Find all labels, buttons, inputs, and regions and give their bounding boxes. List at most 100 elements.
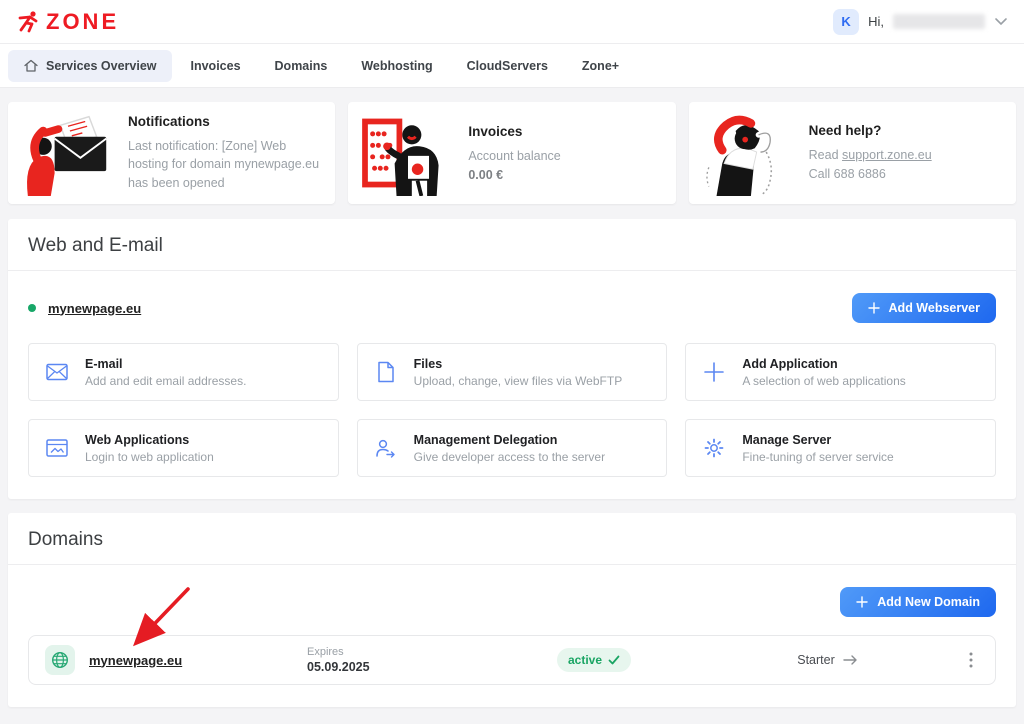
action-text: Add Application A selection of web appli… bbox=[742, 357, 905, 388]
account-balance-amount: 0.00 € bbox=[468, 168, 560, 182]
web-applications-card[interactable]: Web Applications Login to web applicatio… bbox=[28, 419, 339, 477]
plan-text: Starter bbox=[797, 653, 835, 667]
help-title: Need help? bbox=[809, 123, 932, 138]
action-title: Manage Server bbox=[742, 433, 893, 447]
action-title: Files bbox=[414, 357, 623, 371]
plus-icon bbox=[868, 302, 880, 314]
invoices-card[interactable]: Invoices Account balance 0.00 € bbox=[348, 102, 675, 204]
domain-row-link[interactable]: mynewpage.eu bbox=[89, 653, 182, 668]
browser-window-icon bbox=[45, 439, 69, 457]
logo-wordmark: ZONE bbox=[46, 11, 119, 33]
tab-label: Zone+ bbox=[582, 59, 619, 73]
account-balance-label: Account balance bbox=[468, 147, 560, 165]
server-row: mynewpage.eu Add Webserver bbox=[28, 293, 996, 323]
action-title: Management Delegation bbox=[414, 433, 605, 447]
home-icon bbox=[23, 58, 39, 74]
action-text: Manage Server Fine-tuning of server serv… bbox=[742, 433, 893, 464]
tab-label: Services Overview bbox=[46, 59, 157, 73]
web-email-section: Web and E-mail mynewpage.eu Add Webserve… bbox=[8, 219, 1016, 499]
help-card[interactable]: Need help? Read support.zone.eu Call 688… bbox=[689, 102, 1016, 204]
kebab-icon bbox=[969, 652, 973, 668]
tab-label: Invoices bbox=[191, 59, 241, 73]
action-title: Web Applications bbox=[85, 433, 214, 447]
invoices-card-text: Invoices Account balance 0.00 € bbox=[468, 124, 560, 182]
tab-services-overview[interactable]: Services Overview bbox=[8, 50, 172, 82]
email-card[interactable]: E-mail Add and edit email addresses. bbox=[28, 343, 339, 401]
top-header: ZONE K Hi, bbox=[0, 0, 1024, 44]
notifications-card[interactable]: Notifications Last notification: [Zone] … bbox=[8, 102, 335, 204]
zone-logo[interactable]: ZONE bbox=[16, 9, 119, 35]
action-text: E-mail Add and edit email addresses. bbox=[85, 357, 246, 388]
action-desc: Upload, change, view files via WebFTP bbox=[414, 374, 623, 388]
action-desc: Login to web application bbox=[85, 450, 214, 464]
action-desc: Fine-tuning of server service bbox=[742, 450, 893, 464]
envelope-icon bbox=[45, 363, 69, 381]
tab-domains[interactable]: Domains bbox=[260, 51, 343, 81]
notifications-illustration bbox=[22, 110, 114, 196]
expires-label: Expires bbox=[307, 646, 557, 658]
notifications-title: Notifications bbox=[128, 114, 321, 129]
add-new-domain-button[interactable]: Add New Domain bbox=[840, 587, 996, 617]
user-menu[interactable]: K Hi, bbox=[833, 9, 1008, 35]
add-webserver-button[interactable]: Add Webserver bbox=[852, 293, 996, 323]
action-cards-grid: E-mail Add and edit email addresses. Fil… bbox=[28, 343, 996, 477]
tab-cloudservers[interactable]: CloudServers bbox=[452, 51, 563, 81]
content: Notifications Last notification: [Zone] … bbox=[0, 88, 1024, 707]
file-icon bbox=[374, 361, 398, 383]
notifications-card-text: Notifications Last notification: [Zone] … bbox=[128, 114, 321, 191]
action-title: Add Application bbox=[742, 357, 905, 371]
invoices-title: Invoices bbox=[468, 124, 560, 139]
tab-zone-plus[interactable]: Zone+ bbox=[567, 51, 634, 81]
help-call-line: Call 688 6886 bbox=[809, 165, 932, 183]
manage-server-card[interactable]: Manage Server Fine-tuning of server serv… bbox=[685, 419, 996, 477]
domain-row: mynewpage.eu Expires 05.09.2025 active S… bbox=[28, 635, 996, 685]
user-arrow-icon bbox=[374, 438, 398, 458]
web-email-title: Web and E-mail bbox=[28, 235, 996, 257]
chevron-down-icon bbox=[994, 17, 1008, 26]
status-cell: active bbox=[557, 648, 692, 672]
tab-label: Webhosting bbox=[361, 59, 432, 73]
files-card[interactable]: Files Upload, change, view files via Web… bbox=[357, 343, 668, 401]
page: ZONE K Hi, Services Overview Invoices Do… bbox=[0, 0, 1024, 724]
greeting-text: Hi, bbox=[868, 14, 884, 29]
add-new-domain-label: Add New Domain bbox=[877, 595, 980, 609]
domains-body: Add New Domain mynewpage.eu Expires 05.0… bbox=[8, 565, 1016, 707]
expires-cell: Expires 05.09.2025 bbox=[307, 646, 557, 674]
action-desc: A selection of web applications bbox=[742, 374, 905, 388]
support-link[interactable]: support.zone.eu bbox=[842, 148, 932, 162]
user-name-redacted bbox=[893, 14, 985, 29]
tab-label: CloudServers bbox=[467, 59, 548, 73]
domain-cell: mynewpage.eu bbox=[45, 645, 307, 675]
action-desc: Add and edit email addresses. bbox=[85, 374, 246, 388]
runner-icon bbox=[16, 9, 42, 35]
management-delegation-card[interactable]: Management Delegation Give developer acc… bbox=[357, 419, 668, 477]
help-read-prefix: Read bbox=[809, 148, 842, 162]
gear-icon bbox=[702, 438, 726, 458]
action-text: Management Delegation Give developer acc… bbox=[414, 433, 605, 464]
tab-webhosting[interactable]: Webhosting bbox=[346, 51, 447, 81]
domains-header: Domains bbox=[8, 513, 1016, 565]
info-card-row: Notifications Last notification: [Zone] … bbox=[8, 102, 1016, 204]
help-read-line: Read support.zone.eu bbox=[809, 146, 932, 164]
web-email-body: mynewpage.eu Add Webserver E-mail Add an bbox=[8, 271, 1016, 499]
action-text: Files Upload, change, view files via Web… bbox=[414, 357, 623, 388]
tab-label: Domains bbox=[275, 59, 328, 73]
help-card-text: Need help? Read support.zone.eu Call 688… bbox=[809, 123, 932, 182]
status-text: active bbox=[568, 653, 602, 667]
server-status-dot bbox=[28, 304, 36, 312]
add-application-card[interactable]: Add Application A selection of web appli… bbox=[685, 343, 996, 401]
notifications-body: Last notification: [Zone] Web hosting fo… bbox=[128, 137, 321, 191]
plan-link[interactable]: Starter bbox=[692, 653, 963, 667]
action-title: E-mail bbox=[85, 357, 246, 371]
help-illustration bbox=[703, 110, 795, 196]
domains-title: Domains bbox=[28, 529, 996, 551]
action-text: Web Applications Login to web applicatio… bbox=[85, 433, 214, 464]
main-nav: Services Overview Invoices Domains Webho… bbox=[0, 44, 1024, 88]
web-email-header: Web and E-mail bbox=[8, 219, 1016, 271]
domains-section: Domains Add New Domain mynewpage.eu bbox=[8, 513, 1016, 707]
status-badge: active bbox=[557, 648, 631, 672]
row-menu-button[interactable] bbox=[963, 648, 979, 672]
tab-invoices[interactable]: Invoices bbox=[176, 51, 256, 81]
domains-toolbar: Add New Domain bbox=[28, 587, 996, 617]
server-domain-link[interactable]: mynewpage.eu bbox=[48, 301, 141, 316]
